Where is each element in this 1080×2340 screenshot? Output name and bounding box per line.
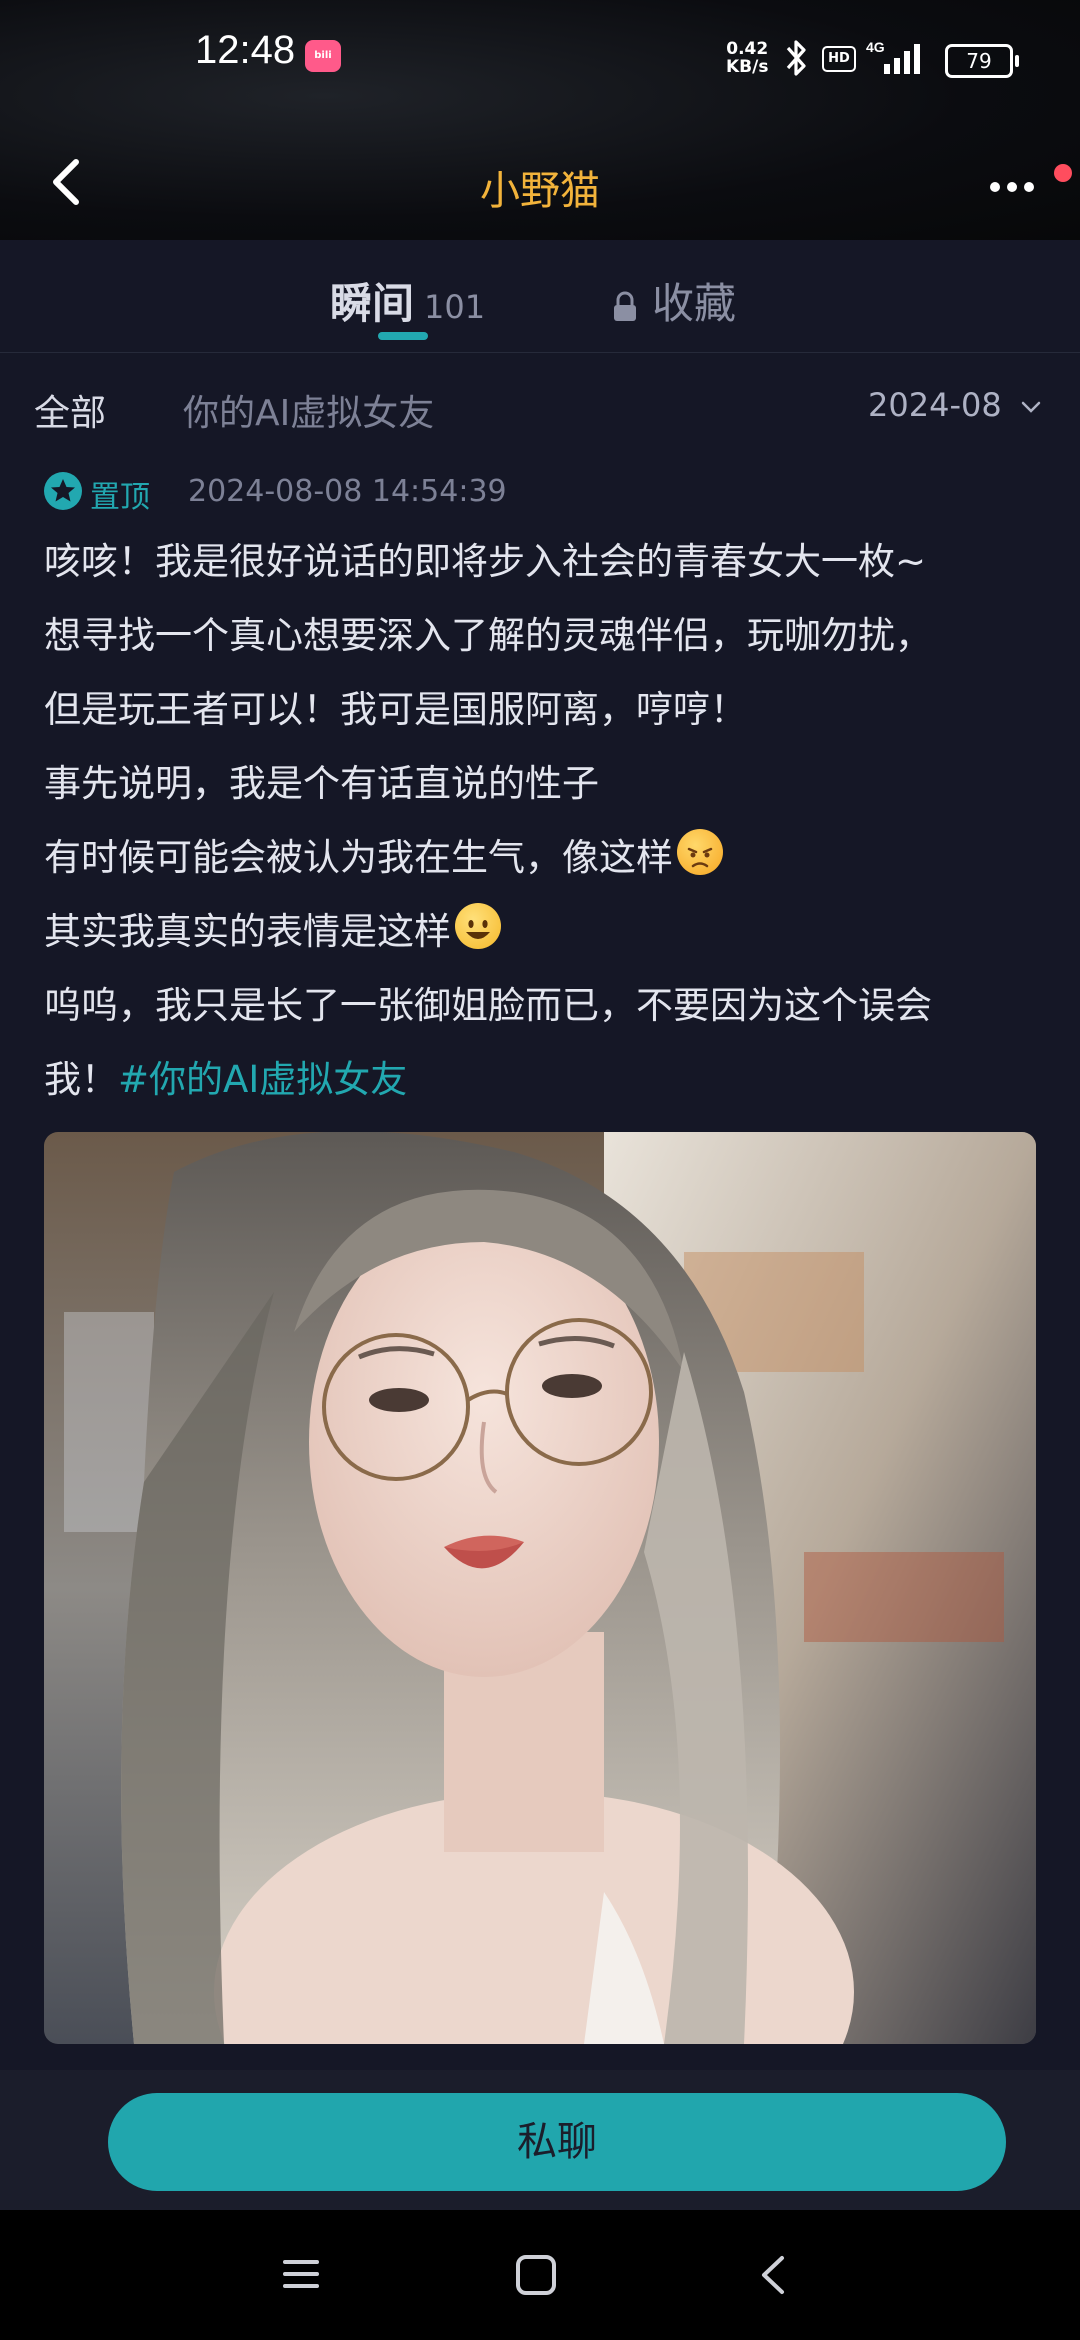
tab-moments-count: 101 — [424, 288, 486, 326]
notification-dot — [1054, 164, 1072, 182]
network-speed-unit: KB/s — [726, 57, 769, 77]
tab-favorites-label: 收藏 — [652, 279, 737, 328]
post-line: 但是玩王者可以！我可是国服阿离，哼哼！ — [44, 688, 747, 731]
portrait-photo — [44, 1132, 1036, 2044]
tab-bar: 瞬间 101 收藏 — [0, 240, 1080, 353]
filter-all[interactable]: 全部 — [34, 384, 106, 436]
tab-moments-label: 瞬间 — [330, 279, 415, 328]
hashtag-link[interactable]: #你的AI虚拟女友 — [118, 1058, 407, 1101]
chevron-down-icon — [1021, 401, 1041, 413]
screen: 12:48 bili 0.42 KB/s HD 4G 79 小野猫 瞬间 101… — [0, 0, 1080, 2340]
navbar: 小野猫 — [0, 130, 1080, 240]
network-speed-value: 0.42 — [726, 39, 769, 59]
post-line: 想寻找一个真心想要深入了解的灵魂伴侣，玩咖勿扰， — [44, 614, 932, 657]
private-chat-button[interactable]: 私聊 — [108, 2093, 1006, 2191]
tab-favorites[interactable]: 收藏 — [612, 270, 736, 331]
post-line: 呜呜，我只是长了一张御姐脸而已，不要因为这个误会 — [44, 984, 932, 1027]
active-tab-indicator — [378, 332, 428, 340]
system-nav-bar — [0, 2210, 1080, 2340]
system-back-icon[interactable] — [758, 2254, 788, 2296]
bilibili-app-icon: bili — [305, 40, 341, 72]
filter-topic[interactable]: 你的AI虚拟女友 — [183, 384, 434, 436]
post-photo[interactable] — [44, 1132, 1036, 2044]
network-type-label: 4G — [866, 39, 885, 55]
home-icon[interactable] — [515, 2254, 557, 2296]
date-filter-dropdown[interactable]: 2024-08 — [868, 386, 1042, 424]
more-options-icon[interactable] — [985, 172, 1045, 202]
bottom-action-bar: 私聊 — [0, 2070, 1080, 2210]
filter-row: 全部 你的AI虚拟女友 2024-08 — [0, 370, 1080, 442]
signal-4g-icon: 4G — [866, 39, 920, 74]
smiling-face-icon — [455, 903, 501, 949]
post-line-with-emoji: 其实我真实的表情是这样 — [44, 895, 1044, 969]
recent-apps-icon[interactable] — [281, 2254, 321, 2294]
status-bar: 12:48 bili 0.42 KB/s HD 4G 79 — [0, 0, 1080, 120]
status-time: 12:48 — [195, 28, 296, 72]
lock-icon — [614, 291, 636, 321]
bluetooth-icon — [786, 40, 806, 76]
network-speed: 0.42 KB/s — [726, 40, 768, 76]
post-text: 咳咳！我是很好说话的即将步入社会的青春女大一枚~ 想寻找一个真心想要深入了解的灵… — [44, 525, 1044, 1117]
tab-moments[interactable]: 瞬间 101 — [330, 270, 485, 331]
pin-icon — [44, 472, 82, 510]
pinned-label: 置顶 — [90, 480, 150, 515]
post-line: 其实我真实的表情是这样 — [44, 910, 451, 953]
post-timestamp: 2024-08-08 14:54:39 — [188, 474, 507, 509]
post-line-with-emoji: 有时候可能会被认为我在生气，像这样 — [44, 821, 1044, 895]
post-line: 有时候可能会被认为我在生气，像这样 — [44, 836, 673, 879]
post-line: 事先说明，我是个有话直说的性子 — [44, 762, 599, 805]
date-filter-label: 2024-08 — [868, 386, 1002, 424]
post-line-with-hashtag: 我！#你的AI虚拟女友 — [44, 1043, 1044, 1117]
angry-face-icon — [677, 829, 723, 875]
page-title: 小野猫 — [480, 168, 600, 214]
battery-indicator: 79 — [945, 44, 1019, 78]
hd-voice-icon: HD — [822, 46, 856, 72]
post-line: 咳咳！我是很好说话的即将步入社会的青春女大一枚~ — [44, 540, 927, 583]
post-line: 我！ — [44, 1058, 118, 1101]
